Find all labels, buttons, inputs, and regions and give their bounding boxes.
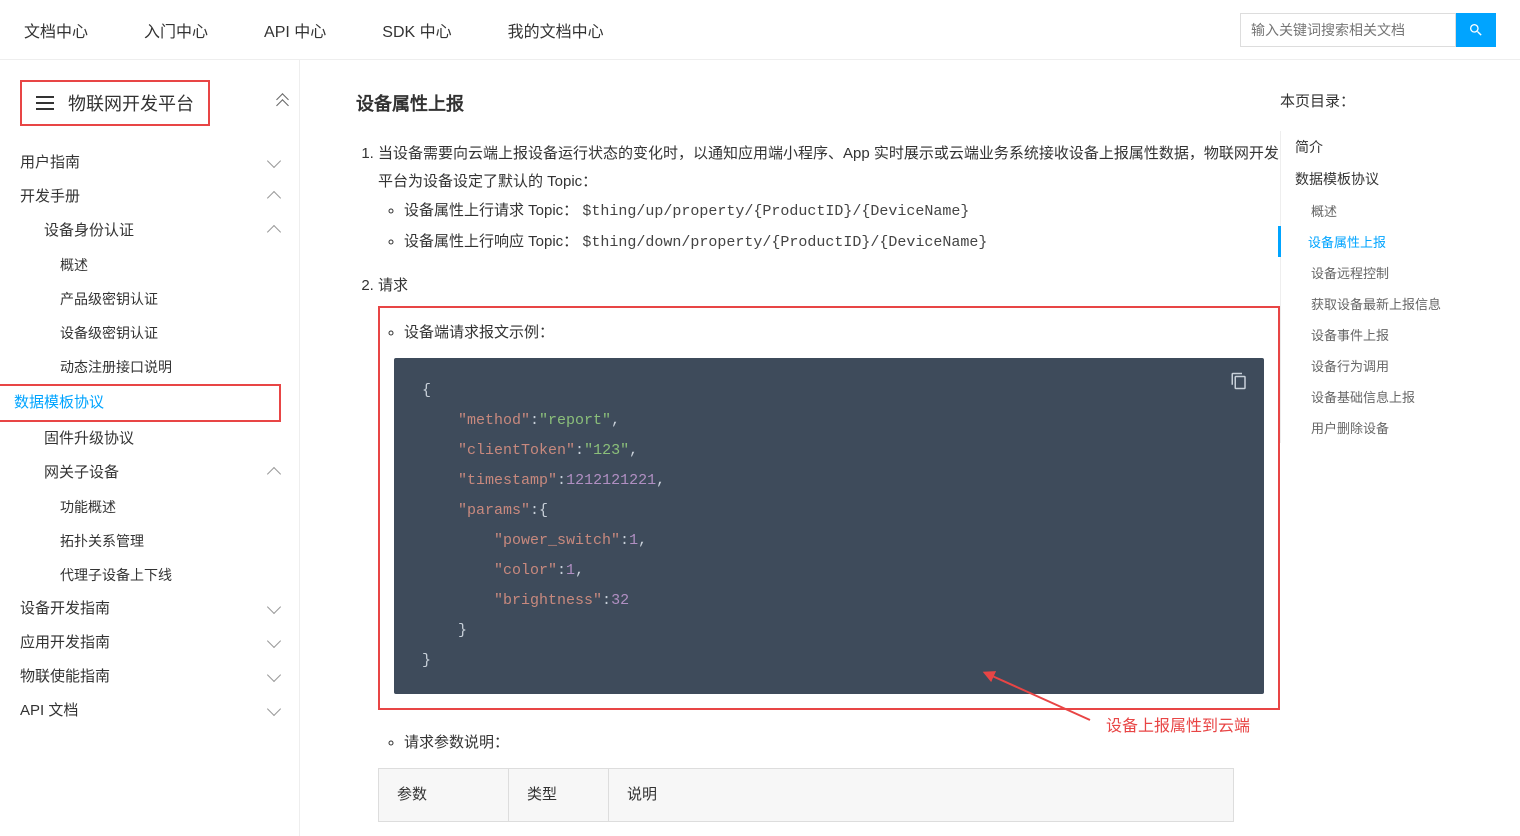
- chevron-down-icon: [267, 702, 281, 716]
- sidebar-item-function-overview[interactable]: 功能概述: [0, 490, 299, 524]
- chevron-up-icon: [267, 467, 281, 481]
- chevron-down-icon: [267, 600, 281, 614]
- sidebar-item-app-dev-guide[interactable]: 应用开发指南: [0, 626, 299, 660]
- chevron-up-icon: [267, 191, 281, 205]
- sidebar-item-gateway-subdevice[interactable]: 网关子设备: [0, 456, 299, 490]
- sidebar-tree: 用户指南 开发手册 设备身份认证 概述 产品级密钥认证 设备级密钥认证 动态注册…: [0, 146, 299, 728]
- list-item: 当设备需要向云端上报设备运行状态的变化时，以通知应用端小程序、App 实时展示或…: [378, 140, 1280, 258]
- toc-item-intro[interactable]: 简介: [1281, 131, 1500, 163]
- toc-item-remote-control[interactable]: 设备远程控制: [1281, 257, 1500, 288]
- sidebar-item-iot-enable-guide[interactable]: 物联使能指南: [0, 660, 299, 694]
- intro-text: 当设备需要向云端上报设备运行状态的变化时，以通知应用端小程序、App 实时展示或…: [378, 145, 1279, 190]
- search-input[interactable]: [1240, 13, 1456, 47]
- sidebar-item-overview[interactable]: 概述: [0, 248, 299, 282]
- highlighted-frame: 设备端请求报文示例： { "method":"report", "clientT…: [378, 306, 1280, 710]
- toc-item-user-delete[interactable]: 用户删除设备: [1281, 412, 1500, 443]
- nav-sdk-center[interactable]: SDK 中心: [382, 18, 451, 42]
- sidebar-item-user-guide[interactable]: 用户指南: [0, 146, 299, 180]
- table-header: 说明: [609, 769, 1234, 822]
- param-table: 参数 类型 说明: [378, 768, 1234, 822]
- topic-response: 设备属性上行响应 Topic： $thing/down/property/{Pr…: [404, 227, 1280, 258]
- product-title: 物联网开发平台: [68, 90, 194, 116]
- chevron-up-icon: [267, 225, 281, 239]
- table-of-contents: 本页目录： 简介 数据模板协议 概述 设备属性上报 设备远程控制 获取设备最新上…: [1280, 60, 1520, 836]
- copy-icon: [1230, 372, 1248, 390]
- sidebar-item-topology-mgmt[interactable]: 拓扑关系管理: [0, 524, 299, 558]
- annotation-arrow-icon: [980, 670, 1100, 730]
- toc-item-property-report[interactable]: 设备属性上报: [1278, 226, 1500, 257]
- nav-my-docs[interactable]: 我的文档中心: [508, 18, 604, 42]
- search-icon: [1468, 22, 1484, 38]
- chevron-down-icon: [267, 668, 281, 682]
- sidebar-item-dynamic-register[interactable]: 动态注册接口说明: [0, 350, 299, 384]
- chevron-double-up-icon: [278, 95, 287, 110]
- sidebar-item-product-key-auth[interactable]: 产品级密钥认证: [0, 282, 299, 316]
- section-heading: 设备属性上报: [356, 90, 1280, 116]
- chevron-down-icon: [267, 154, 281, 168]
- sidebar-item-proxy-subdevice[interactable]: 代理子设备上下线: [0, 558, 299, 592]
- table-header: 参数: [379, 769, 509, 822]
- code-block: { "method":"report", "clientToken":"123"…: [394, 358, 1264, 694]
- sidebar-item-firmware-upgrade[interactable]: 固件升级协议: [0, 422, 299, 456]
- toc-item-event-report[interactable]: 设备事件上报: [1281, 319, 1500, 350]
- toc-item-basic-info[interactable]: 设备基础信息上报: [1281, 381, 1500, 412]
- product-selector[interactable]: 物联网开发平台: [20, 80, 210, 126]
- sidebar-item-data-template[interactable]: 数据模板协议: [0, 384, 281, 422]
- top-nav: 文档中心 入门中心 API 中心 SDK 中心 我的文档中心: [0, 0, 1520, 60]
- code-caption: 设备端请求报文示例：: [404, 318, 1264, 348]
- sidebar: 物联网开发平台 用户指南 开发手册 设备身份认证 概述 产品级密钥认证 设备级密…: [0, 60, 300, 836]
- product-header: 物联网开发平台: [0, 80, 299, 146]
- list-item: 请求 设备端请求报文示例： { "method":"report", "clie…: [378, 272, 1280, 822]
- toc-item-latest-report[interactable]: 获取设备最新上报信息: [1281, 288, 1500, 319]
- nav-doc-center[interactable]: 文档中心: [24, 18, 88, 42]
- nav-getting-started[interactable]: 入门中心: [144, 18, 208, 42]
- copy-button[interactable]: [1230, 372, 1248, 390]
- sidebar-item-dev-manual[interactable]: 开发手册: [0, 180, 299, 214]
- toc-item-data-template[interactable]: 数据模板协议: [1281, 163, 1500, 195]
- sidebar-item-device-key-auth[interactable]: 设备级密钥认证: [0, 316, 299, 350]
- collapse-sidebar-button[interactable]: [278, 97, 287, 110]
- toc-item-overview[interactable]: 概述: [1281, 195, 1500, 226]
- topic-request: 设备属性上行请求 Topic： $thing/up/property/{Prod…: [404, 196, 1280, 227]
- table-header: 类型: [509, 769, 609, 822]
- search-button[interactable]: [1456, 13, 1496, 47]
- hamburger-icon: [36, 96, 54, 110]
- chevron-down-icon: [267, 634, 281, 648]
- sidebar-item-device-auth[interactable]: 设备身份认证: [0, 214, 299, 248]
- nav-api-center[interactable]: API 中心: [264, 18, 326, 42]
- search-wrap: [1240, 13, 1496, 47]
- sidebar-item-api-docs[interactable]: API 文档: [0, 694, 299, 728]
- sidebar-item-device-dev-guide[interactable]: 设备开发指南: [0, 592, 299, 626]
- toc-item-action-call[interactable]: 设备行为调用: [1281, 350, 1500, 381]
- toc-title: 本页目录：: [1280, 90, 1500, 111]
- annotation-text: 设备上报属性到云端: [1106, 712, 1250, 736]
- main-content: 设备属性上报 当设备需要向云端上报设备运行状态的变化时，以通知应用端小程序、Ap…: [300, 60, 1280, 836]
